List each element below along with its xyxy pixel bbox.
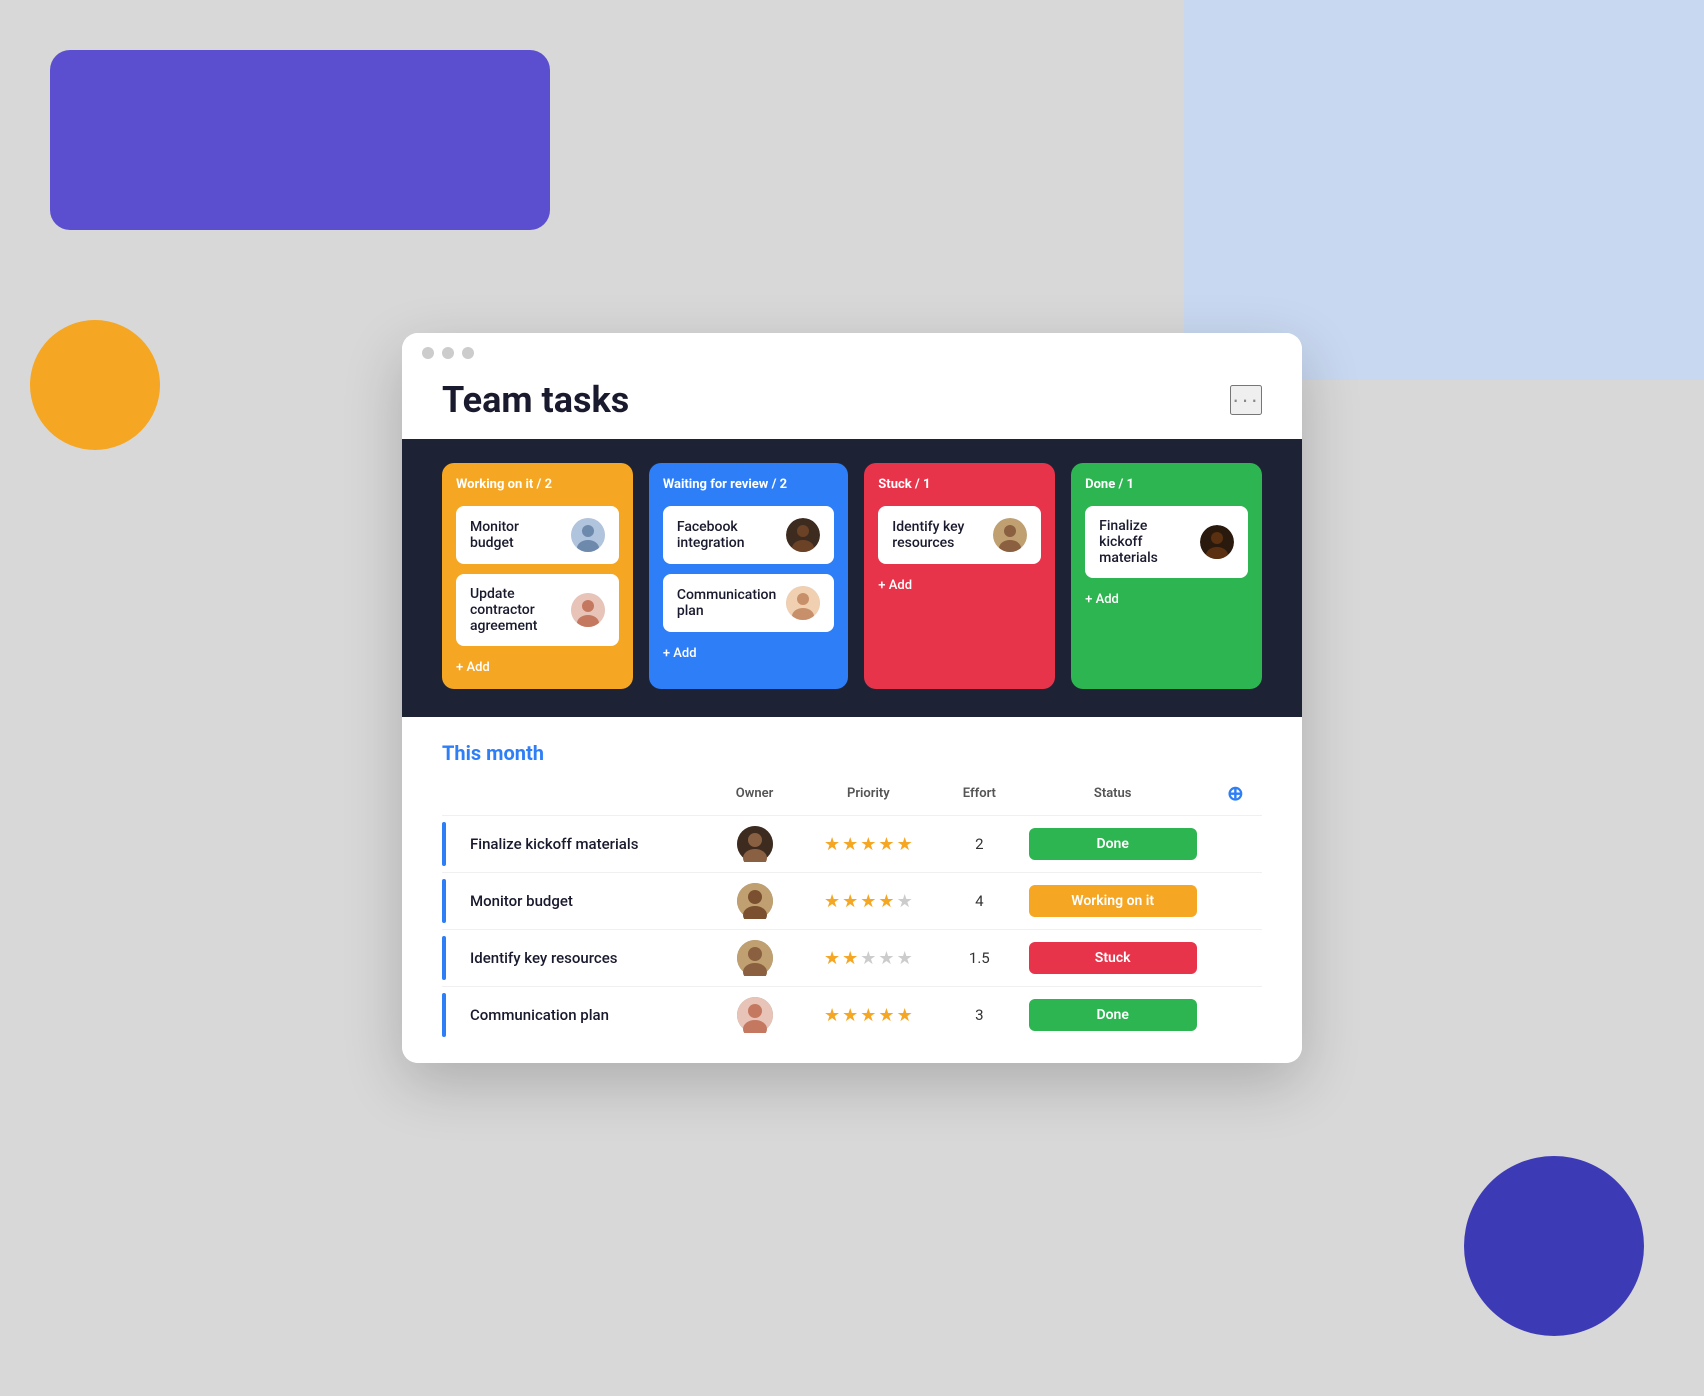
owner-avatar: [737, 940, 773, 976]
status-badge[interactable]: Stuck: [1029, 942, 1197, 974]
star: ★: [842, 948, 858, 969]
star: ★: [878, 834, 894, 855]
table-row[interactable]: Identify key resources ★★★★★1.5Stuck: [442, 930, 1262, 987]
bg-blue-rect: [1184, 0, 1704, 380]
column-working-header: Working on it / 2: [456, 477, 619, 492]
table-section: This month Owner Priority Effort Status …: [402, 717, 1302, 1063]
column-stuck-header: Stuck / 1: [878, 477, 1041, 492]
column-stuck: Stuck / 1 Identify key resources + Add: [864, 463, 1055, 689]
avatar: [571, 593, 605, 627]
main-window: Team tasks ··· Working on it / 2 Monitor…: [402, 333, 1302, 1063]
avatar: [786, 518, 820, 552]
card-facebook-integration[interactable]: Facebook integration: [663, 506, 834, 564]
task-name: Identify key resources: [458, 935, 629, 981]
table-header-row: Owner Priority Effort Status ⊕: [442, 781, 1262, 816]
traffic-light-red: [422, 347, 434, 359]
star: ★: [860, 834, 876, 855]
star: ★: [897, 834, 913, 855]
priority-stars: ★★★★★: [807, 834, 930, 855]
star: ★: [878, 891, 894, 912]
effort-value: 1.5: [942, 930, 1017, 987]
task-name: Communication plan: [458, 992, 621, 1038]
task-name: Finalize kickoff materials: [458, 821, 650, 867]
avatar: [786, 586, 820, 620]
page-title: Team tasks: [442, 379, 629, 421]
column-working: Working on it / 2 Monitor budget Update …: [442, 463, 633, 689]
status-badge[interactable]: Working on it: [1029, 885, 1197, 917]
priority-stars: ★★★★★: [807, 1005, 930, 1026]
star: ★: [824, 948, 840, 969]
th-priority: Priority: [795, 781, 942, 816]
star: ★: [897, 1005, 913, 1026]
effort-value: 4: [942, 873, 1017, 930]
star: ★: [842, 891, 858, 912]
table-row[interactable]: Finalize kickoff materials ★★★★★2Done: [442, 816, 1262, 873]
column-waiting: Waiting for review / 2 Facebook integrat…: [649, 463, 848, 689]
column-done: Done / 1 Finalize kickoff materials + Ad…: [1071, 463, 1262, 689]
add-card-done[interactable]: + Add: [1085, 592, 1248, 607]
bg-yellow-circle: [30, 320, 160, 450]
task-name: Monitor budget: [458, 878, 585, 924]
bg-purple-circle: [1464, 1156, 1644, 1336]
priority-stars: ★★★★★: [807, 948, 930, 969]
traffic-light-yellow: [442, 347, 454, 359]
th-add[interactable]: ⊕: [1209, 781, 1262, 816]
status-badge[interactable]: Done: [1029, 999, 1197, 1031]
th-effort: Effort: [942, 781, 1017, 816]
owner-avatar: [737, 883, 773, 919]
add-card-working[interactable]: + Add: [456, 660, 619, 675]
card-update-contractor[interactable]: Update contractor agreement: [456, 574, 619, 646]
card-title: Update contractor agreement: [470, 586, 561, 634]
card-finalize-kickoff[interactable]: Finalize kickoff materials: [1085, 506, 1248, 578]
star: ★: [878, 948, 894, 969]
avatar: [1200, 525, 1234, 559]
star: ★: [878, 1005, 894, 1026]
effort-value: 3: [942, 987, 1017, 1044]
add-card-stuck[interactable]: + Add: [878, 578, 1041, 593]
status-badge[interactable]: Done: [1029, 828, 1197, 860]
card-title: Monitor budget: [470, 519, 561, 551]
avatar: [571, 518, 605, 552]
th-task: [442, 781, 714, 816]
star: ★: [860, 1005, 876, 1026]
card-communication-plan[interactable]: Communication plan: [663, 574, 834, 632]
star: ★: [824, 834, 840, 855]
owner-avatar: [737, 826, 773, 862]
table-row[interactable]: Monitor budget ★★★★★4Working on it: [442, 873, 1262, 930]
star: ★: [824, 891, 840, 912]
card-title: Identify key resources: [892, 519, 983, 551]
card-title: Communication plan: [677, 587, 776, 619]
star: ★: [860, 891, 876, 912]
more-options-button[interactable]: ···: [1230, 385, 1262, 415]
column-waiting-header: Waiting for review / 2: [663, 477, 834, 492]
traffic-light-green: [462, 347, 474, 359]
owner-avatar: [737, 997, 773, 1033]
column-done-header: Done / 1: [1085, 477, 1248, 492]
tasks-table: Owner Priority Effort Status ⊕ Finalize …: [442, 781, 1262, 1043]
star: ★: [842, 1005, 858, 1026]
add-card-waiting[interactable]: + Add: [663, 646, 834, 661]
th-owner: Owner: [714, 781, 794, 816]
th-status: Status: [1017, 781, 1209, 816]
star: ★: [860, 948, 876, 969]
effort-value: 2: [942, 816, 1017, 873]
table-row[interactable]: Communication plan ★★★★★3Done: [442, 987, 1262, 1044]
star: ★: [842, 834, 858, 855]
priority-stars: ★★★★★: [807, 891, 930, 912]
bg-purple-rect: [50, 50, 550, 230]
window-header: Team tasks ···: [402, 359, 1302, 439]
card-monitor-budget[interactable]: Monitor budget: [456, 506, 619, 564]
card-title: Facebook integration: [677, 519, 776, 551]
kanban-board: Working on it / 2 Monitor budget Update …: [402, 439, 1302, 717]
star: ★: [897, 891, 913, 912]
star: ★: [897, 948, 913, 969]
star: ★: [824, 1005, 840, 1026]
section-title: This month: [442, 741, 1262, 765]
card-identify-key-resources[interactable]: Identify key resources: [878, 506, 1041, 564]
avatar: [993, 518, 1027, 552]
card-title: Finalize kickoff materials: [1099, 518, 1190, 566]
title-bar: [402, 333, 1302, 359]
